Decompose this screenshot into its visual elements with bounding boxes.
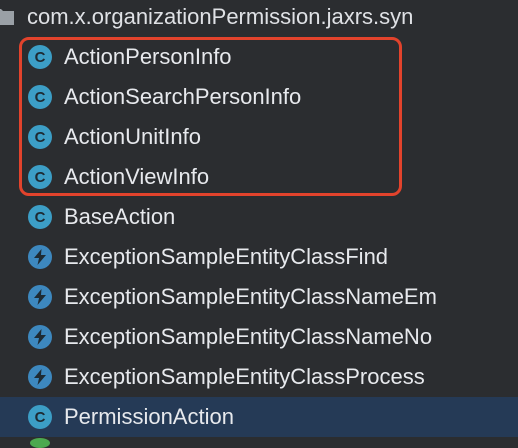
tree-item-exception-sample-entity-class-process[interactable]: ExceptionSampleEntityClassProcess [0, 357, 518, 397]
exception-icon [28, 325, 52, 349]
tree-item-label: PermissionAction [64, 404, 234, 429]
tree-item-exception-sample-entity-class-name-no[interactable]: ExceptionSampleEntityClassNameNo [0, 317, 518, 357]
tree-item-label: BaseAction [64, 204, 176, 229]
tree-item-permission-action[interactable]: C PermissionAction [0, 397, 518, 437]
tree-item-label: ExceptionSampleEntityClassProcess [64, 364, 425, 389]
tree-item-exception-sample-entity-class-find[interactable]: ExceptionSampleEntityClassFind [0, 237, 518, 277]
tree-item-label: ExceptionSampleEntityClassNameNo [64, 324, 433, 349]
package-label: com.x.organizationPermission.jaxrs.syn [27, 4, 414, 29]
package-row[interactable]: com.x.organizationPermission.jaxrs.syn [0, 0, 518, 38]
exception-icon [28, 245, 52, 269]
tree-item-label: ExceptionSampleEntityClassFind [64, 244, 389, 269]
class-icon: C [28, 205, 52, 229]
class-icon: C [28, 405, 52, 429]
tree-item-label: ExceptionSampleEntityClassNameEm [64, 284, 437, 309]
highlight-annotation-box [19, 37, 402, 196]
tree-item-exception-sample-entity-class-name-em[interactable]: ExceptionSampleEntityClassNameEm [0, 277, 518, 317]
exception-icon [28, 285, 52, 309]
folder-icon [0, 9, 14, 25]
exception-icon [28, 365, 52, 389]
tree-item-base-action[interactable]: C BaseAction [0, 197, 518, 237]
project-tree: com.x.organizationPermission.jaxrs.syn C… [0, 0, 518, 448]
partial-next-item-icon [30, 438, 50, 448]
